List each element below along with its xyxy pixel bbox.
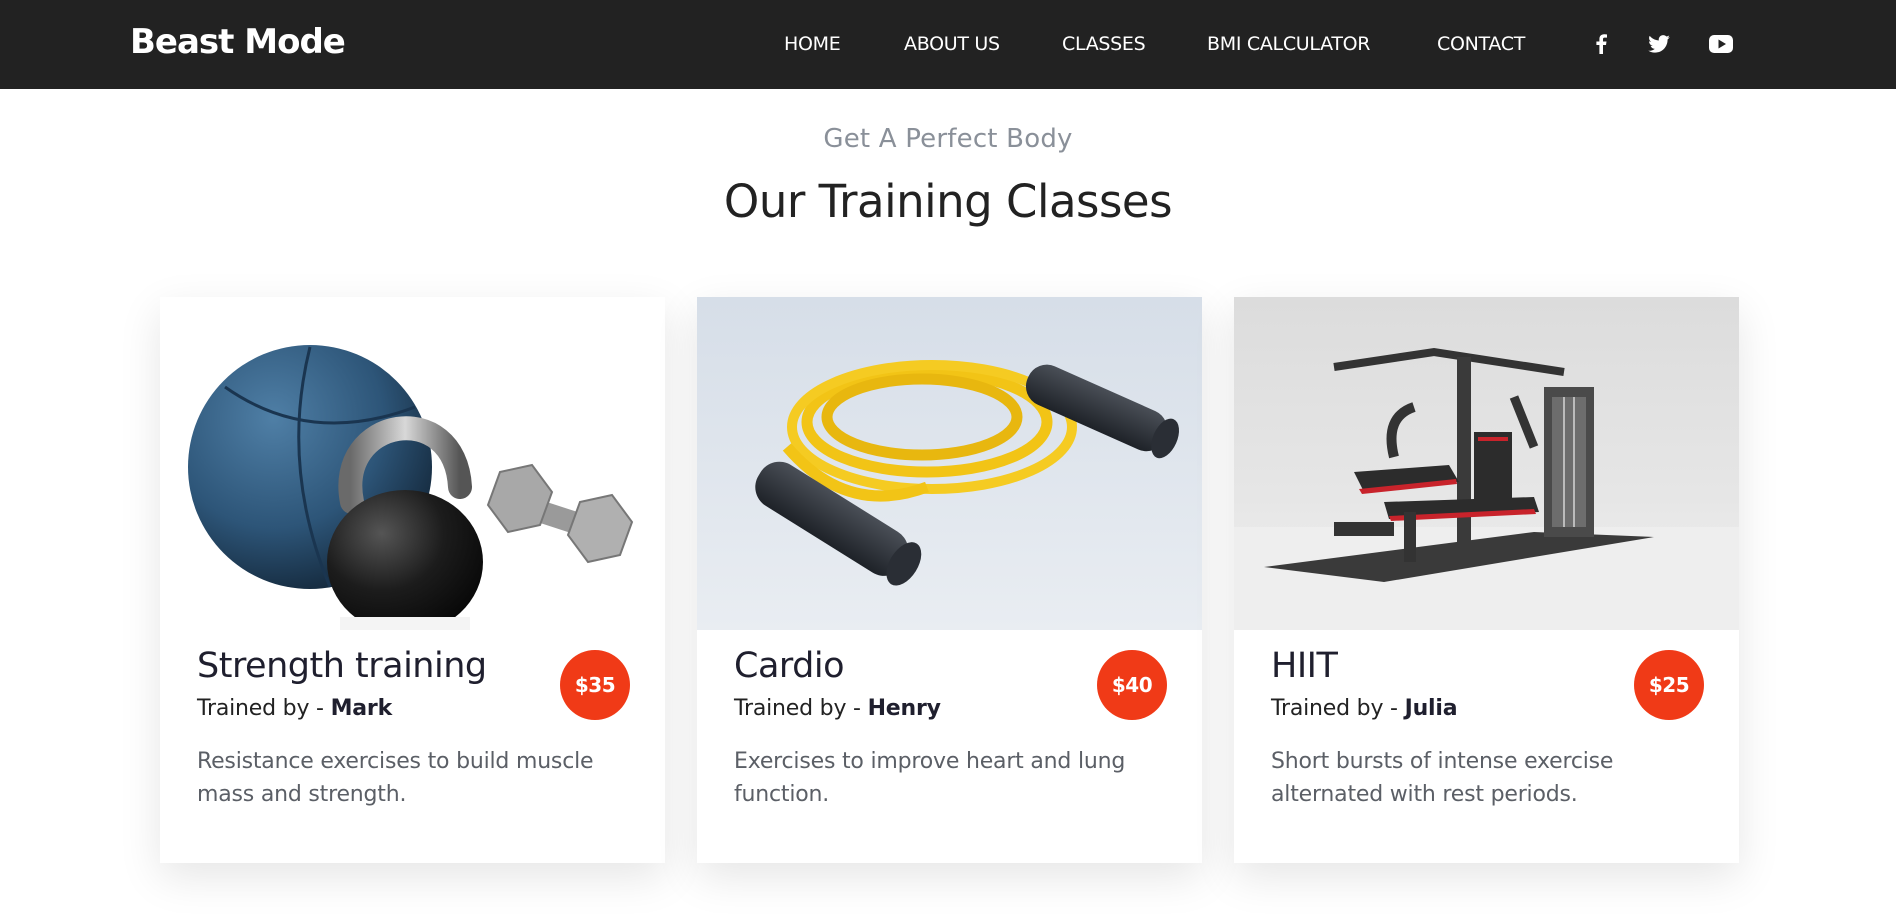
nav-about-us[interactable]: ABOUT US bbox=[904, 33, 1000, 55]
class-image-hiit bbox=[1234, 297, 1739, 630]
trainer-name: Julia bbox=[1404, 696, 1458, 721]
class-description: Short bursts of intense exercise alterna… bbox=[1271, 749, 1614, 807]
section-subtitle: Get A Perfect Body bbox=[823, 124, 1073, 154]
class-card-body: Cardio Trained by - Henry Exercises to i… bbox=[697, 630, 1202, 863]
trainer-name: Mark bbox=[330, 696, 393, 721]
trainer-name: Henry bbox=[867, 696, 941, 721]
trainer-prefix: Trained by - bbox=[734, 696, 868, 721]
section-title: Our Training Classes bbox=[723, 175, 1173, 228]
class-card-strength[interactable]: Strength training Trained by - Mark Resi… bbox=[160, 297, 665, 863]
class-description: Resistance exercises to build muscle mas… bbox=[197, 749, 594, 807]
class-card-hiit[interactable]: HIIT Trained by - Julia Short bursts of … bbox=[1234, 297, 1739, 863]
class-image-strength bbox=[160, 297, 665, 630]
class-image-cardio bbox=[697, 297, 1202, 630]
class-trainer: Trained by - Henry bbox=[734, 696, 941, 721]
youtube-icon[interactable] bbox=[1707, 30, 1735, 58]
class-name: Cardio bbox=[734, 646, 845, 686]
nav-contact[interactable]: CONTACT bbox=[1437, 33, 1525, 55]
price-badge: $40 bbox=[1097, 650, 1167, 720]
class-name: HIIT bbox=[1271, 646, 1338, 686]
price-badge: $35 bbox=[560, 650, 630, 720]
twitter-icon[interactable] bbox=[1645, 30, 1673, 58]
trainer-prefix: Trained by - bbox=[197, 696, 331, 721]
trainer-prefix: Trained by - bbox=[1271, 696, 1405, 721]
class-card-body: HIIT Trained by - Julia Short bursts of … bbox=[1234, 630, 1739, 863]
class-name: Strength training bbox=[197, 646, 487, 686]
nav-classes[interactable]: CLASSES bbox=[1062, 33, 1146, 55]
navbar: Beast Mode HOME ABOUT US CLASSES BMI CAL… bbox=[0, 0, 1896, 89]
facebook-icon[interactable] bbox=[1587, 30, 1615, 58]
class-card-body: Strength training Trained by - Mark Resi… bbox=[160, 630, 665, 863]
class-trainer: Trained by - Julia bbox=[1271, 696, 1458, 721]
nav-bmi-calculator[interactable]: BMI CALCULATOR bbox=[1207, 33, 1371, 55]
price-badge: $25 bbox=[1634, 650, 1704, 720]
nav-home[interactable]: HOME bbox=[784, 33, 841, 55]
class-card-cardio[interactable]: Cardio Trained by - Henry Exercises to i… bbox=[697, 297, 1202, 863]
class-description: Exercises to improve heart and lung func… bbox=[734, 749, 1126, 807]
class-trainer: Trained by - Mark bbox=[197, 696, 392, 721]
brand-logo[interactable]: Beast Mode bbox=[130, 22, 346, 62]
